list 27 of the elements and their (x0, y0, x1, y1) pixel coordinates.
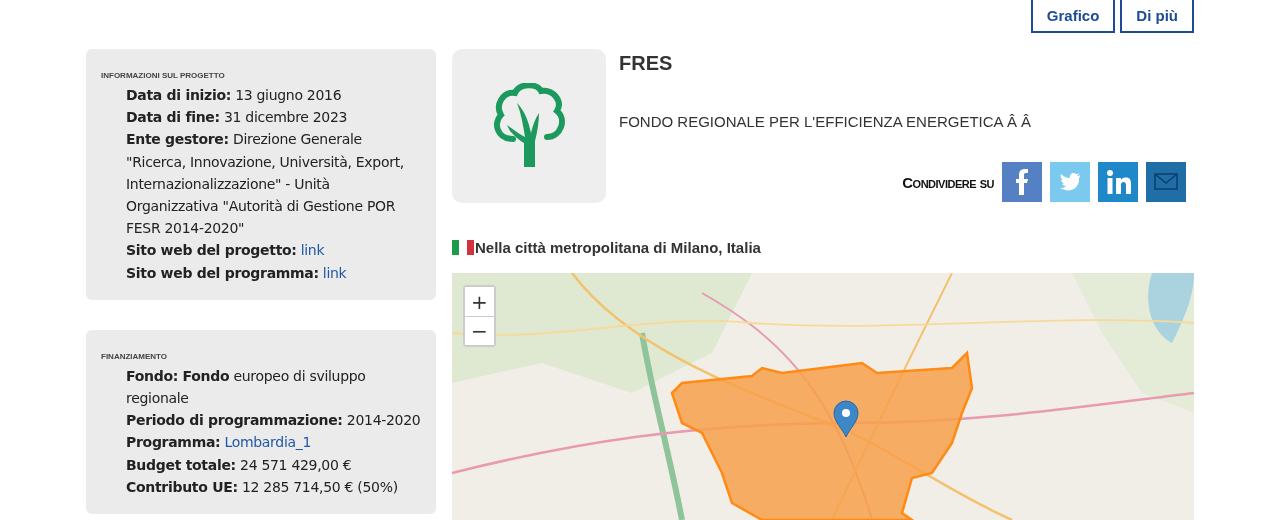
location-text: Nella città metropolitana di Milano, Italia (475, 238, 761, 256)
zoom-out-button[interactable]: − (465, 316, 494, 345)
info-line: Data di fine: 31 dicembre 2023 (126, 108, 349, 128)
header-button[interactable]: Grafico (1030, 0, 1116, 33)
tree-icon (491, 83, 567, 169)
panel-heading: INFORMAZIONI SUL PROGETTO (101, 71, 226, 80)
info-line: Fondo: Fondo europeo di sviluppo regionale (126, 366, 367, 409)
project-title: FRES (619, 52, 674, 75)
link[interactable]: Lombardia_1 (224, 434, 312, 451)
info-line: Budget totale: 24 571 429,00 € (126, 455, 353, 475)
flag-icon (452, 239, 474, 255)
info-line: Sito web del programma: link (126, 263, 348, 283)
info-line: Programma: Lombardia_1 (126, 433, 313, 453)
info-line: Ente gestore: Direzione Generale "Ricerca, Innovazione, Università, Export, Internazionalizzazione" - Unità Organizzativa "Autorità di Gestione POR FESR 2014-2020" (126, 130, 405, 239)
linkedin-icon[interactable] (1098, 162, 1138, 202)
info-line: Sito web del progetto: link (126, 241, 326, 261)
link[interactable]: link (300, 242, 325, 259)
facebook-icon[interactable] (1002, 162, 1042, 202)
info-line: Contributo UE: 12 285 714,50 € (50%) (126, 477, 399, 497)
panel-heading: FINANZIAMENTO (101, 351, 169, 361)
share-label: Condividere su (902, 173, 994, 191)
map-pin-icon (833, 400, 859, 438)
info-line: Periodo di programmazione: 2014-2020 (126, 411, 422, 431)
info-line: Data di inizio: 13 giugno 2016 (126, 86, 343, 105)
header-button[interactable]: Di più (1120, 0, 1194, 33)
project-description: FONDO REGIONALE PER L'EFFICIENZA ENERGETICA Â Â (619, 113, 1033, 130)
link[interactable]: link (322, 264, 347, 281)
